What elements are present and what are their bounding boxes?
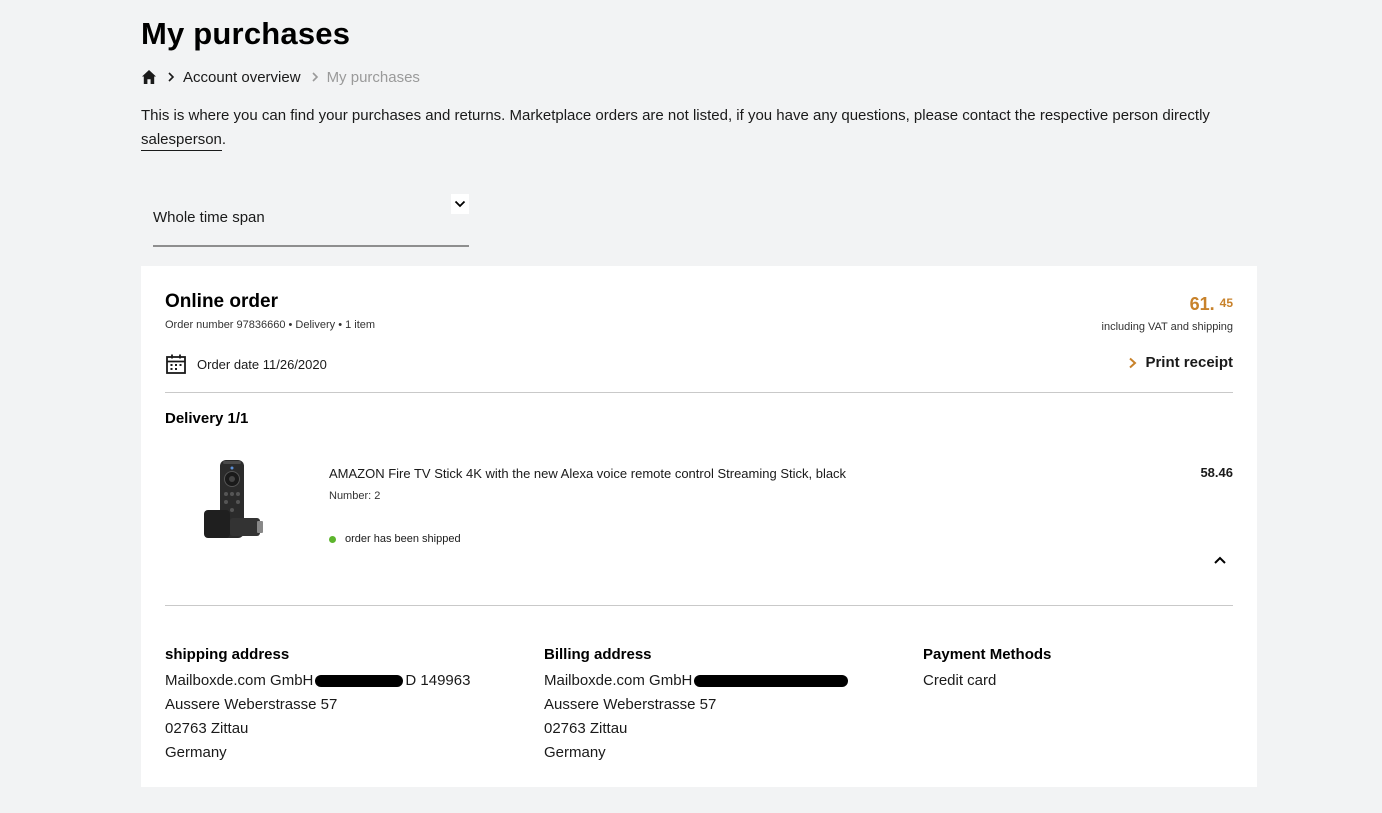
billing-address-line1: Mailboxde.com GmbH xyxy=(544,669,850,693)
order-total: 61. 45 xyxy=(1190,294,1233,315)
chevron-right-icon xyxy=(167,72,175,82)
product-name[interactable]: AMAZON Fire TV Stick 4K with the new Ale… xyxy=(329,466,846,481)
shipping-status: order has been shipped xyxy=(329,533,461,545)
shipping-address: shipping address Mailboxde.com GmbH D 14… xyxy=(165,643,470,765)
billing-address-line4: Germany xyxy=(544,744,606,761)
shipping-address-line3: 02763 Zittau xyxy=(165,720,249,737)
payment-methods-title: Payment Methods xyxy=(923,646,1052,663)
order-total-int: 61. xyxy=(1189,294,1215,314)
calendar-icon xyxy=(165,353,187,375)
order-total-note: including VAT and shipping xyxy=(1101,321,1233,333)
chevron-up-icon[interactable] xyxy=(1213,555,1227,565)
delivery-title: Delivery 1/1 xyxy=(165,410,249,427)
order-date: Order date 11/26/2020 xyxy=(165,353,327,375)
shipping-company: Mailboxde.com GmbH xyxy=(165,672,314,689)
product-price: 58.46 xyxy=(1200,465,1233,480)
divider xyxy=(165,392,1233,393)
breadcrumb-account-overview[interactable]: Account overview xyxy=(183,69,301,86)
divider xyxy=(165,605,1233,606)
product-image[interactable] xyxy=(203,458,265,544)
chevron-right-icon xyxy=(1128,357,1137,369)
redaction-mark xyxy=(315,675,404,687)
billing-address-line2: Aussere Weberstrasse 57 xyxy=(544,696,717,713)
intro-period: . xyxy=(221,131,227,148)
intro-text: This is where you can find your purchase… xyxy=(141,104,1221,152)
order-card: Online order Order number 97836660 • Del… xyxy=(141,266,1257,787)
order-meta: Order number 97836660 • Delivery • 1 ite… xyxy=(165,319,376,331)
shipping-address-title: shipping address xyxy=(165,646,290,663)
order-date-label: Order date 11/26/2020 xyxy=(197,356,327,372)
shipping-address-line4: Germany xyxy=(165,744,227,761)
order-total-dec: 45 xyxy=(1219,296,1233,310)
order-type: Online order xyxy=(165,291,278,312)
billing-address-line3: 02763 Zittau xyxy=(544,720,628,737)
redaction-mark xyxy=(694,675,849,687)
billing-address: Billing address Mailboxde.com GmbH Ausse… xyxy=(544,643,850,765)
shipping-address-line1: Mailboxde.com GmbH D 149963 xyxy=(165,669,470,693)
breadcrumb-current: My purchases xyxy=(326,68,420,86)
breadcrumb: Account overview My purchases xyxy=(141,67,420,87)
billing-company: Mailboxde.com GmbH xyxy=(544,672,693,689)
shipping-status-label: order has been shipped xyxy=(345,533,461,545)
salesperson-link[interactable]: salesperson xyxy=(141,131,222,151)
chevron-down-icon[interactable] xyxy=(451,194,469,214)
time-span-value: Whole time span xyxy=(153,209,265,226)
product-quantity: Number: 2 xyxy=(329,490,381,502)
chevron-right-icon xyxy=(311,72,319,82)
billing-address-title: Billing address xyxy=(544,646,652,663)
status-dot xyxy=(329,535,336,543)
intro-body: This is where you can find your purchase… xyxy=(141,107,1210,124)
shipping-customer-id: D 149963 xyxy=(405,672,471,689)
home-icon[interactable] xyxy=(141,69,157,85)
print-receipt-link[interactable]: Print receipt xyxy=(1128,354,1233,371)
time-span-select[interactable]: Whole time span xyxy=(153,194,469,247)
payment-method: Credit card xyxy=(923,672,997,689)
print-receipt-label: Print receipt xyxy=(1145,354,1233,371)
page-title: My purchases xyxy=(141,16,351,51)
shipping-address-line2: Aussere Weberstrasse 57 xyxy=(165,696,338,713)
payment-methods: Payment Methods Credit card xyxy=(923,643,1051,693)
